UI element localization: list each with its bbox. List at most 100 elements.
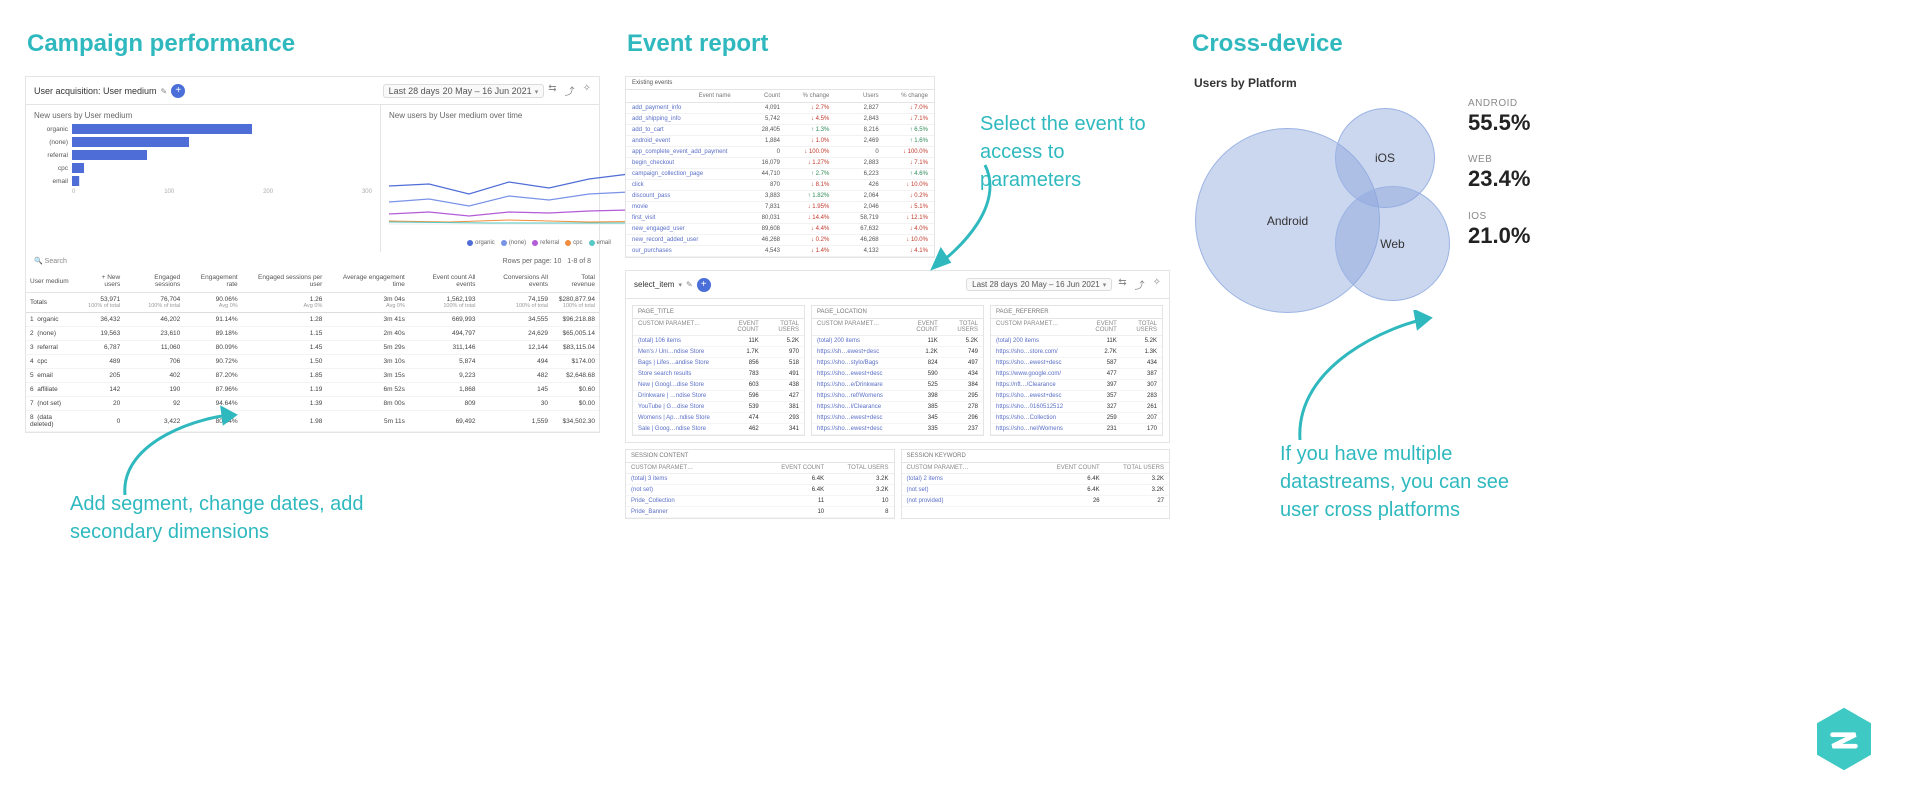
card-row[interactable]: (total) 106 items11K5.2K — [633, 336, 804, 347]
venn-diagram: Android iOS Web — [1190, 98, 1450, 318]
venn-title: Users by Platform — [1194, 76, 1560, 90]
rows-value[interactable]: 10 — [554, 258, 562, 265]
insight-icon[interactable]: ✧ — [583, 83, 591, 98]
card-row[interactable]: https://sho…ref/Womens398295 — [812, 391, 983, 402]
card-row[interactable]: https://sho…store.com/2.7K1.3K — [991, 347, 1162, 358]
platform-percent: IOS21.0% — [1468, 211, 1530, 249]
card-row[interactable]: https://nft…/Clearance397307 — [991, 380, 1162, 391]
card-row[interactable]: (total) 3 items6.4K3.2K — [626, 474, 894, 485]
event-row[interactable]: add_shipping_info5,742 ↓ 4.5% 2,843 ↓ 7.… — [626, 114, 934, 125]
add-button[interactable]: + — [171, 84, 185, 98]
share-icon[interactable]: ⤴ — [565, 83, 575, 98]
annot-cross: If you have multiple datastreams, you ca… — [1280, 440, 1540, 524]
events-table: Existing events Event nameCount% changeU… — [625, 76, 935, 258]
search-input[interactable]: 🔍 Search — [34, 257, 67, 265]
select-item-title: select_item — [634, 280, 674, 289]
card-row[interactable]: https://sho…ewest+desc335237 — [812, 424, 983, 435]
card-row[interactable]: Womens | Ap…ndise Store474293 — [633, 413, 804, 424]
card-row[interactable]: Men's / Uni…ndise Store1.7K970 — [633, 347, 804, 358]
edit-icon[interactable] — [161, 86, 168, 96]
legend-item: cpc — [565, 240, 582, 246]
legend-item: (none) — [501, 240, 526, 246]
date-value: 20 May – 16 Jun 2021 — [1021, 280, 1100, 289]
event-row[interactable]: movie7,831 ↓ 1.95% 2,046 ↓ 5.1% — [626, 202, 934, 213]
bar-row: cpc — [34, 163, 372, 173]
card-row[interactable]: Drinkware | …ndise Store596427 — [633, 391, 804, 402]
event-row[interactable]: new_record_added_user46,268 ↓ 0.2% 46,26… — [626, 235, 934, 246]
card-row[interactable]: (not set)6.4K3.2K — [902, 485, 1170, 496]
card-row[interactable]: (not set)6.4K3.2K — [626, 485, 894, 496]
col-head[interactable]: Engaged sessions — [124, 270, 184, 293]
event-row[interactable]: app_complete_event_add_payment0 ↓ 100.0%… — [626, 147, 934, 158]
card-row[interactable]: Store search results783491 — [633, 369, 804, 380]
card-row[interactable]: https://sho…0160512512327261 — [991, 402, 1162, 413]
col-head[interactable]: Event count All events — [409, 270, 480, 293]
card-row[interactable]: (total) 2 items6.4K3.2K — [902, 474, 1170, 485]
event-row[interactable]: discount_pass3,883 ↑ 1.82% 2,064 ↓ 0.2% — [626, 191, 934, 202]
event-row[interactable]: add_payment_info4,091 ↓ 2.7% 2,827 ↓ 7.0… — [626, 103, 934, 114]
chevron-down-icon[interactable] — [678, 280, 682, 289]
bar-chart: New users by User medium organic (none) … — [26, 105, 380, 252]
col-head[interactable]: Total revenue — [552, 270, 599, 293]
event-row[interactable]: begin_checkout16,079 ↓ 1.27% 2,883 ↓ 7.1… — [626, 158, 934, 169]
col-head[interactable]: Engagement rate — [184, 270, 241, 293]
title-cross: Cross-device — [1192, 30, 1560, 58]
edit-icon[interactable] — [686, 280, 693, 289]
totals-row: Totals53,971100% of total76,704100% of t… — [26, 293, 599, 313]
card-row[interactable]: (not provided)2627 — [902, 496, 1170, 507]
card-row[interactable]: Bags | Lifes…andise Store856518 — [633, 358, 804, 369]
platform-percent: WEB23.4% — [1468, 154, 1530, 192]
card-row[interactable]: New | Googl…dise Store603438 — [633, 380, 804, 391]
compare-icon[interactable]: ⇆ — [1118, 277, 1126, 292]
card-row[interactable]: https://sho…ewest+desc357283 — [991, 391, 1162, 402]
col-head[interactable]: Average engagement time — [326, 270, 409, 293]
card-row[interactable]: https://sho…Collection259207 — [991, 413, 1162, 424]
card-row[interactable]: https://sho…ewest+desc590434 — [812, 369, 983, 380]
table-row[interactable]: 6 affiliate14219087.96%1.196m 52s1,86814… — [26, 383, 599, 397]
bar-chart-title: New users by User medium — [34, 111, 372, 120]
card-row[interactable]: https://sho…stylo/Bags824497 — [812, 358, 983, 369]
card-row[interactable]: https://www.google.com/477387 — [991, 369, 1162, 380]
col-head[interactable]: Conversions All events — [479, 270, 552, 293]
table-row[interactable]: 3 referral6,78711,06080.09%1.455m 29s311… — [26, 341, 599, 355]
event-row[interactable]: add_to_cart28,405 ↑ 1.3% 8,216 ↑ 6.5% — [626, 125, 934, 136]
card-row[interactable]: https://sh…ewest+desc1.2K749 — [812, 347, 983, 358]
event-row[interactable]: campaign_collection_page44,710 ↑ 2.7% 6,… — [626, 169, 934, 180]
event-row[interactable]: first_visit80,031 ↓ 14.4% 58,719 ↓ 12.1% — [626, 213, 934, 224]
card-row[interactable]: https://sho…e/Drinkware525384 — [812, 380, 983, 391]
insight-icon[interactable]: ✧ — [1153, 277, 1161, 292]
card-row[interactable]: YouTube | G…dise Store539381 — [633, 402, 804, 413]
event-row[interactable]: our_purchases4,543 ↓ 1.4% 4,132 ↓ 4.1% — [626, 246, 934, 257]
date-range[interactable]: Last 28 days 20 May – 16 Jun 2021 — [383, 84, 545, 98]
share-icon[interactable]: ⤴ — [1135, 277, 1145, 292]
card-row[interactable]: Pride_Banner108 — [626, 507, 894, 518]
event-row[interactable]: click870 ↓ 8.1% 426 ↓ 10.0% — [626, 180, 934, 191]
card-row[interactable]: https://sho…nel/Womens231170 — [991, 424, 1162, 435]
chevron-down-icon — [1103, 280, 1107, 289]
table-row[interactable]: 4 cpc48970690.72%1.503m 10s5,874494$174.… — [26, 355, 599, 369]
card-row[interactable]: Sale | Goog…ndise Store462341 — [633, 424, 804, 435]
col-head: User medium — [26, 270, 81, 293]
event-row[interactable]: android_event1,884 ↓ 1.0% 2,469 ↑ 1.6% — [626, 136, 934, 147]
venn-web: Web — [1335, 186, 1450, 301]
card-row[interactable]: Pride_Collection1110 — [626, 496, 894, 507]
compare-icon[interactable]: ⇆ — [548, 83, 556, 98]
param-card: PAGE_REFERRER CUSTOM PARAMET…EVENT COUNT… — [990, 305, 1163, 436]
col-head[interactable]: Engaged sessions per user — [242, 270, 327, 293]
card-row[interactable]: https://sho…ewest+desc587434 — [991, 358, 1162, 369]
table-row[interactable]: 1 organic36,43246,20291.14%1.283m 41s669… — [26, 313, 599, 327]
bar-row: (none) — [34, 137, 372, 147]
bar-row: organic — [34, 124, 372, 134]
title-event: Event report — [627, 30, 1170, 58]
card-row[interactable]: (total) 200 items11K5.2K — [991, 336, 1162, 347]
table-row[interactable]: 5 email20540287.20%1.853m 15s9,223482$2,… — [26, 369, 599, 383]
annot-event: Select the event to access to parameters — [980, 110, 1170, 194]
card-row[interactable]: https://sho…ewest+desc345296 — [812, 413, 983, 424]
col-head[interactable]: + New users — [81, 270, 125, 293]
chevron-down-icon — [535, 86, 539, 96]
card-row[interactable]: (total) 200 items11K5.2K — [812, 336, 983, 347]
add-button[interactable]: + — [697, 278, 711, 292]
card-row[interactable]: https://sho…l/Clearance385278 — [812, 402, 983, 413]
table-row[interactable]: 2 (none)19,56323,61089.18%1.152m 40s494,… — [26, 327, 599, 341]
event-row[interactable]: new_engaged_user89,608 ↓ 4.4% 67,632 ↓ 4… — [626, 224, 934, 235]
